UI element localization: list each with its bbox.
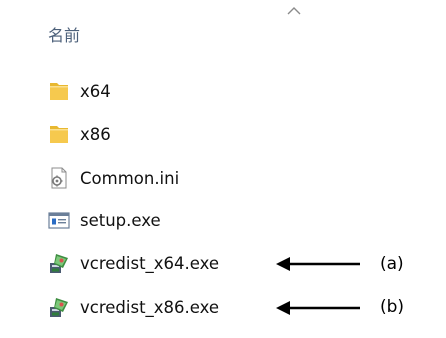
- file-item-vcredist-x86[interactable]: vcredist_x86.exe: [48, 292, 308, 322]
- name-column-label: 名前: [48, 26, 81, 45]
- sort-ascending-icon[interactable]: [287, 6, 301, 16]
- file-name: setup.exe: [80, 210, 161, 230]
- installer-icon: [48, 296, 70, 318]
- file-item-x64[interactable]: x64: [48, 76, 308, 106]
- folder-icon: [48, 123, 70, 145]
- file-explorer-panel: 名前 x64 x86 Common.ini setup.exe vcredist…: [0, 0, 446, 338]
- file-name: Common.ini: [80, 168, 180, 188]
- annotation-label-b: (b): [380, 297, 405, 317]
- annotation-arrow-a: [276, 257, 360, 271]
- file-item-vcredist-x64[interactable]: vcredist_x64.exe: [48, 248, 308, 278]
- annotation-arrow-b: [276, 301, 360, 315]
- file-name: vcredist_x64.exe: [80, 253, 220, 273]
- file-name: x64: [80, 81, 111, 101]
- file-item-x86[interactable]: x86: [48, 119, 308, 149]
- annotation-label-a: (a): [380, 254, 404, 274]
- file-item-setup-exe[interactable]: setup.exe: [48, 205, 308, 235]
- settings-file-icon: [48, 167, 70, 189]
- file-name: x86: [80, 124, 111, 144]
- file-item-common-ini[interactable]: Common.ini: [48, 163, 308, 193]
- application-window-icon: [48, 209, 70, 231]
- file-name: vcredist_x86.exe: [80, 297, 220, 317]
- folder-icon: [48, 80, 70, 102]
- name-column-header[interactable]: 名前: [48, 22, 348, 46]
- installer-icon: [48, 252, 70, 274]
